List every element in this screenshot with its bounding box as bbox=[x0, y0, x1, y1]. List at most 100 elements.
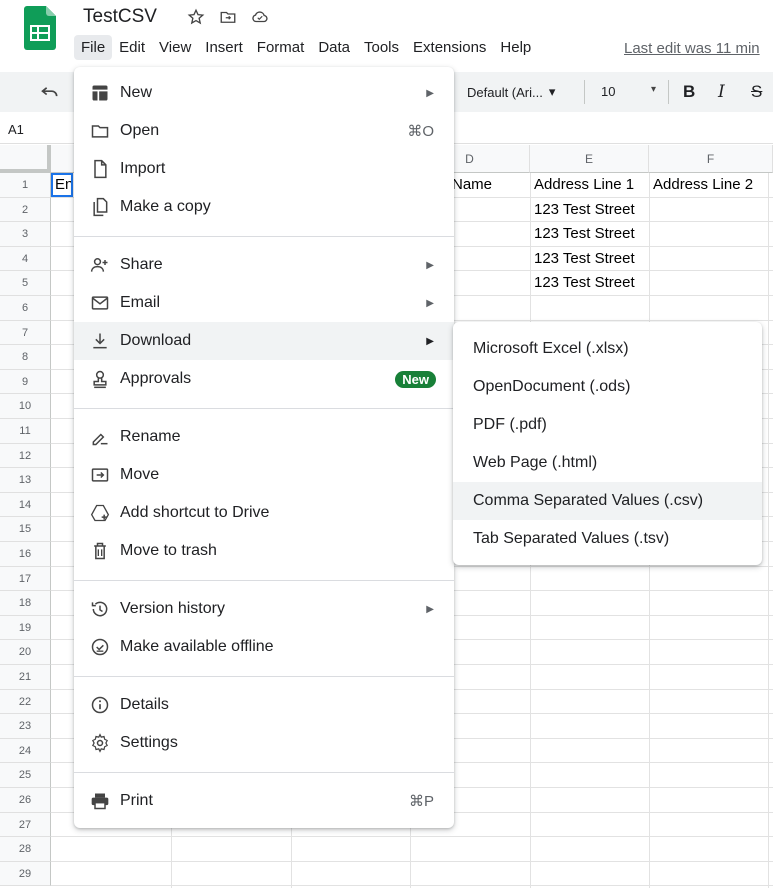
menu-item-label: New bbox=[120, 84, 153, 101]
download-csv[interactable]: Comma Separated Values (.csv) bbox=[453, 482, 762, 520]
row-header[interactable]: 17 bbox=[0, 566, 51, 592]
menu-item-offline[interactable]: Make available offline bbox=[74, 628, 454, 666]
cell-e3[interactable]: 123 Test Street bbox=[534, 222, 648, 246]
menu-item-import[interactable]: Import bbox=[74, 150, 454, 188]
menu-item-approvals[interactable]: Approvals New bbox=[74, 360, 454, 398]
row-header[interactable]: 12 bbox=[0, 443, 51, 469]
new-badge: New bbox=[395, 370, 436, 388]
document-title[interactable]: TestCSV bbox=[83, 6, 157, 28]
share-person-icon bbox=[90, 255, 110, 275]
menu-tools[interactable]: Tools bbox=[357, 35, 406, 60]
row-header[interactable]: 29 bbox=[0, 861, 51, 887]
cell-e4[interactable]: 123 Test Street bbox=[534, 247, 648, 271]
row-header[interactable]: 13 bbox=[0, 468, 51, 493]
row-header[interactable]: 24 bbox=[0, 738, 51, 764]
menu-item-rename[interactable]: Rename bbox=[74, 418, 454, 456]
name-box[interactable]: A1 bbox=[8, 122, 24, 137]
last-edit-link[interactable]: Last edit was 11 min bbox=[624, 40, 760, 57]
row-header[interactable]: 23 bbox=[0, 714, 51, 739]
menu-data[interactable]: Data bbox=[311, 35, 357, 60]
row-header[interactable]: 3 bbox=[0, 222, 51, 247]
font-family-select[interactable]: Default (Ari... ▾ bbox=[467, 84, 555, 100]
menu-item-move[interactable]: Move bbox=[74, 456, 454, 494]
star-icon[interactable] bbox=[187, 8, 205, 26]
move-folder-icon[interactable] bbox=[219, 8, 237, 26]
row-header[interactable]: 11 bbox=[0, 419, 51, 444]
menu-item-new[interactable]: New ▶ bbox=[74, 74, 454, 112]
font-size-input[interactable]: 10 bbox=[601, 84, 615, 99]
download-tsv[interactable]: Tab Separated Values (.tsv) bbox=[453, 520, 762, 558]
row-header[interactable]: 22 bbox=[0, 689, 51, 715]
chevron-down-icon[interactable]: ▾ bbox=[651, 84, 656, 95]
download-html[interactable]: Web Page (.html) bbox=[453, 444, 762, 482]
sheets-logo-icon[interactable] bbox=[24, 6, 56, 50]
menu-item-share[interactable]: Share ▶ bbox=[74, 246, 454, 284]
menu-divider bbox=[74, 676, 454, 677]
download-ods[interactable]: OpenDocument (.ods) bbox=[453, 368, 762, 406]
menu-item-make-copy[interactable]: Make a copy bbox=[74, 188, 454, 226]
row-header[interactable]: 2 bbox=[0, 197, 51, 223]
download-pdf[interactable]: PDF (.pdf) bbox=[453, 406, 762, 444]
grid-line bbox=[768, 173, 769, 888]
menu-item-version-history[interactable]: Version history ▶ bbox=[74, 590, 454, 628]
row-header[interactable]: 28 bbox=[0, 837, 51, 862]
row-header[interactable]: 27 bbox=[0, 812, 51, 838]
cell-e2[interactable]: 123 Test Street bbox=[534, 198, 648, 222]
row-header[interactable]: 16 bbox=[0, 542, 51, 567]
trash-icon bbox=[90, 541, 110, 561]
menu-extensions[interactable]: Extensions bbox=[406, 35, 493, 60]
menu-file[interactable]: File bbox=[74, 35, 113, 60]
row-header[interactable]: 15 bbox=[0, 517, 51, 542]
row-header[interactable]: 21 bbox=[0, 665, 51, 690]
row-header[interactable]: 7 bbox=[0, 320, 51, 346]
row-header[interactable]: 5 bbox=[0, 271, 51, 296]
cell-d1[interactable]: Name bbox=[452, 173, 528, 197]
row-header[interactable]: 14 bbox=[0, 492, 51, 518]
row-header[interactable]: 10 bbox=[0, 394, 51, 419]
cell-e1[interactable]: Address Line 1 bbox=[534, 173, 648, 197]
column-header-f[interactable]: F bbox=[649, 145, 773, 173]
row-header[interactable]: 18 bbox=[0, 591, 51, 616]
menu-item-label: Make a copy bbox=[120, 198, 211, 215]
menu-item-settings[interactable]: Settings bbox=[74, 724, 454, 762]
menu-edit[interactable]: Edit bbox=[112, 35, 152, 60]
toolbar-divider bbox=[668, 80, 669, 104]
menu-item-print[interactable]: Print ⌘P bbox=[74, 782, 454, 820]
column-header-e[interactable]: E bbox=[530, 145, 649, 173]
move-icon bbox=[90, 465, 110, 485]
italic-button[interactable]: I bbox=[718, 82, 725, 102]
row-header[interactable]: 9 bbox=[0, 369, 51, 395]
row-header[interactable]: 25 bbox=[0, 763, 51, 788]
row-header[interactable]: 1 bbox=[0, 173, 51, 198]
menu-item-email[interactable]: Email ▶ bbox=[74, 284, 454, 322]
font-family-value: Default (Ari... bbox=[467, 84, 543, 100]
cell-e5[interactable]: 123 Test Street bbox=[534, 271, 648, 295]
row-header[interactable]: 19 bbox=[0, 615, 51, 641]
cell-f1[interactable]: Address Line 2 bbox=[653, 173, 771, 197]
undo-icon[interactable] bbox=[40, 82, 60, 102]
menu-item-download[interactable]: Download ▶ bbox=[74, 322, 454, 360]
submenu-arrow-icon: ▶ bbox=[426, 259, 434, 271]
menu-item-label: Approvals bbox=[120, 370, 192, 387]
cloud-saved-icon[interactable] bbox=[251, 8, 269, 26]
row-header[interactable]: 6 bbox=[0, 296, 51, 321]
row-header[interactable]: 4 bbox=[0, 246, 51, 272]
row-header[interactable]: 20 bbox=[0, 640, 51, 665]
menu-item-label: Move to trash bbox=[120, 542, 217, 559]
menu-format[interactable]: Format bbox=[250, 35, 312, 60]
row-header[interactable]: 26 bbox=[0, 788, 51, 813]
menu-item-move-trash[interactable]: Move to trash bbox=[74, 532, 454, 570]
strikethrough-button[interactable]: S bbox=[751, 82, 762, 102]
menu-view[interactable]: View bbox=[152, 35, 198, 60]
select-all-corner[interactable] bbox=[0, 145, 51, 173]
menu-item-add-shortcut[interactable]: Add shortcut to Drive bbox=[74, 494, 454, 532]
menu-insert[interactable]: Insert bbox=[198, 35, 250, 60]
menu-item-details[interactable]: Details bbox=[74, 686, 454, 724]
toolbar-divider bbox=[584, 80, 585, 104]
bold-button[interactable]: B bbox=[683, 82, 695, 102]
menu-help[interactable]: Help bbox=[493, 35, 538, 60]
menu-item-open[interactable]: Open ⌘O bbox=[74, 112, 454, 150]
menu-item-label: Open bbox=[120, 122, 160, 139]
download-xlsx[interactable]: Microsoft Excel (.xlsx) bbox=[453, 330, 762, 368]
row-header[interactable]: 8 bbox=[0, 345, 51, 370]
